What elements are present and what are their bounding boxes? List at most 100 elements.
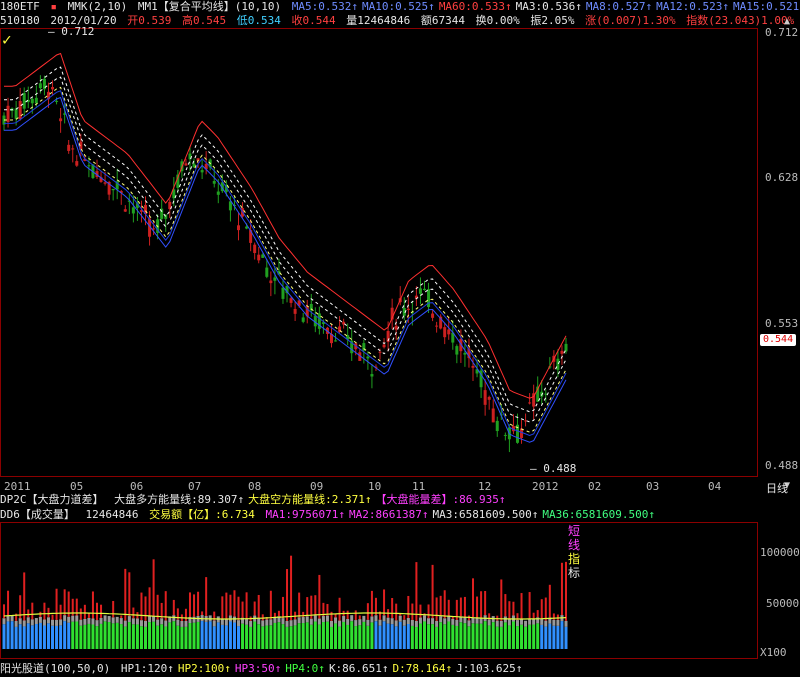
volume-bar: [471, 623, 475, 649]
volume-bar-top: [253, 601, 256, 616]
volume-axis-label: 50000: [766, 597, 800, 610]
volume-bar-top: [565, 561, 567, 621]
volume-bar: [135, 624, 139, 649]
volume-bar: [144, 626, 148, 649]
dropdown-icon[interactable]: ▪: [50, 0, 57, 13]
volume-chart[interactable]: [0, 522, 800, 660]
volume-bar: [431, 624, 435, 649]
volume-bar: [536, 623, 540, 649]
volume-bar-mid: [451, 618, 455, 625]
volume-bar-mid: [544, 620, 548, 627]
volume-bar-top: [269, 590, 272, 620]
volume-bar-mid: [245, 618, 249, 625]
volume-bar: [253, 621, 257, 649]
price-chart[interactable]: [0, 28, 800, 478]
candle-body: [75, 161, 79, 166]
volume-ma-list: MA1:9756071↑ MA2:8661387↑ MA3:6581609.500↑…: [265, 508, 659, 521]
volume-bar: [237, 626, 241, 649]
volume-bar: [418, 623, 422, 649]
period-label[interactable]: 日线: [766, 480, 788, 496]
volume-bar-top: [144, 596, 147, 621]
volume-bar: [520, 624, 524, 649]
volume-bar-top: [512, 601, 515, 616]
volume-bar: [544, 626, 548, 649]
volume-bar-top: [31, 602, 34, 620]
volume-bar: [390, 624, 394, 649]
volume-bar: [119, 624, 123, 649]
ma-dashed-line: [4, 66, 567, 413]
volume-bar-mid: [91, 618, 95, 625]
volume-bar-mid: [46, 617, 50, 624]
volume-bar-top: [540, 599, 543, 619]
current-price-tag: 0.544: [760, 334, 797, 346]
volume-bar-top: [87, 613, 90, 618]
volume-bar-mid: [63, 615, 67, 622]
volume-bar-mid: [265, 619, 269, 626]
volume-bar-mid: [261, 620, 265, 627]
volume-bar-top: [184, 608, 187, 621]
volume-bar-mid: [431, 618, 435, 625]
volume-bar-mid: [354, 620, 358, 627]
indicator-name[interactable]: MMK(2,10): [68, 0, 128, 13]
candle-body: [495, 420, 499, 432]
volume-bar: [305, 622, 309, 649]
volume-bar-mid: [67, 616, 71, 623]
volume-bar: [447, 621, 451, 649]
x-axis-label: 06: [130, 480, 144, 493]
volume-bar: [285, 626, 289, 649]
volume-bar: [313, 621, 317, 649]
volume-bar-top: [197, 591, 200, 616]
volume-bar: [402, 625, 406, 649]
volume-bar-mid: [524, 620, 528, 627]
volume-bar: [366, 625, 370, 649]
indicator-header: 180ETF ▪ MMK(2,10) MM1【复合平均线】(10,10) MA5…: [0, 0, 800, 14]
candle-body: [406, 308, 410, 310]
volume-bar: [139, 626, 143, 649]
volume-bar-top: [237, 596, 240, 621]
dp-title[interactable]: DP2C【大盘力道差】: [0, 493, 104, 506]
volume-bar-mid: [390, 618, 394, 625]
volume-bar-top: [63, 589, 66, 616]
volume-bar-mid: [370, 616, 374, 623]
volume-bar-top: [447, 599, 450, 616]
volume-bar-top: [484, 590, 487, 616]
indicator-sub[interactable]: MM1【复合平均线】(10,10): [138, 0, 281, 13]
bottom-title[interactable]: 阳光股道(100,50,0): [0, 662, 110, 675]
volume-bar: [451, 624, 455, 649]
volume-bar: [499, 626, 503, 649]
volume-title[interactable]: DD6【成交量】: [0, 508, 75, 521]
volume-bar: [321, 622, 325, 649]
candle-body: [281, 287, 285, 299]
volume-bar-mid: [123, 620, 127, 627]
bottom-indicator-line: 阳光股道(100,50,0) HP1:120↑ HP2:100↑ HP3:50↑ HP…: [0, 662, 530, 676]
volume-bar-mid: [115, 616, 119, 623]
quote-low: 低0.534: [236, 14, 281, 27]
volume-bar: [342, 621, 346, 649]
volume-bar-top: [463, 596, 466, 618]
volume-bar: [208, 621, 212, 649]
volume-unit: X100: [760, 646, 787, 659]
volume-bar: [556, 625, 560, 649]
candle-body: [131, 207, 135, 214]
ma-value: MA12:0.523↑: [656, 0, 729, 13]
candle-body: [103, 182, 107, 184]
volume-bar-mid: [38, 616, 42, 623]
candle-body: [491, 408, 495, 423]
volume-bar-mid: [362, 615, 366, 622]
volume-bar: [75, 621, 79, 649]
volume-bar-top: [419, 604, 422, 618]
volume-bar-top: [23, 572, 26, 621]
candle-body: [184, 163, 188, 166]
volume-bar: [422, 621, 426, 649]
volume-bar-top: [100, 604, 103, 618]
volume-bar: [224, 625, 228, 649]
volume-bar: [350, 621, 354, 649]
volume-bar: [414, 626, 418, 649]
candle-body: [30, 98, 34, 104]
bottom-value: K:86.651↑: [328, 662, 389, 675]
volume-bar-top: [43, 602, 46, 620]
volume-bar-mid: [414, 620, 418, 627]
volume-bar: [111, 623, 115, 649]
dp-panel-header: DP2C【大盘力道差】 大盘多方能量线:89.307↑ 大盘空方能量线:2.371…: [0, 493, 513, 507]
volume-bar-top: [290, 555, 293, 621]
